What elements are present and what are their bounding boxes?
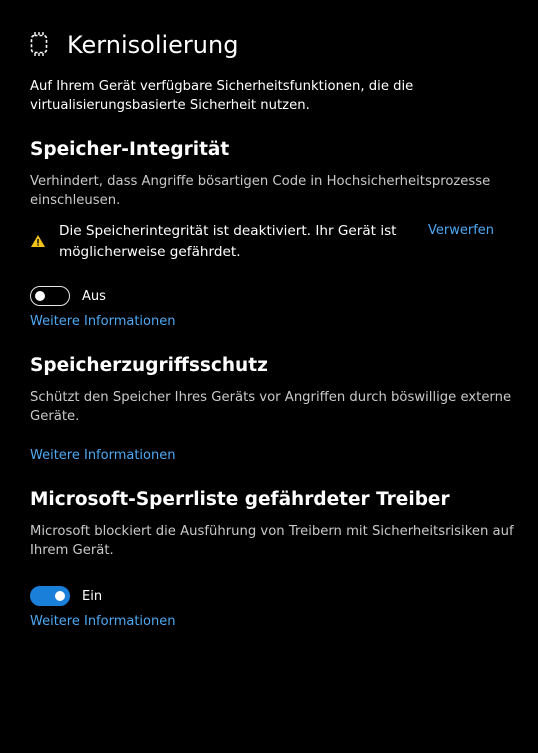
- memory-integrity-heading: Speicher-Integrität: [30, 139, 230, 160]
- warning-icon: [30, 233, 46, 249]
- memory-access-protection-description: Schützt den Speicher Ihres Geräts vor An…: [30, 390, 512, 424]
- memory-integrity-toggle-label: Aus: [82, 289, 106, 304]
- memory-integrity-description: Verhindert, dass Angriffe bösartigen Cod…: [30, 174, 491, 208]
- page-title: Kernisolierung: [67, 31, 239, 59]
- driver-blocklist-toggle[interactable]: [30, 586, 70, 606]
- toggle-knob: [35, 290, 45, 301]
- memory-access-protection-more-info-link[interactable]: Weitere Informationen: [30, 447, 175, 465]
- driver-blocklist-more-info-link[interactable]: Weitere Informationen: [30, 613, 175, 631]
- page-description: Auf Ihrem Gerät verfügbare Sicherheitsfu…: [30, 79, 414, 113]
- dismiss-warning-link[interactable]: Verwerfen: [428, 222, 494, 240]
- driver-blocklist-description: Microsoft blockiert die Ausführung von T…: [30, 524, 514, 558]
- memory-integrity-toggle[interactable]: [30, 286, 70, 306]
- memory-integrity-more-info-link[interactable]: Weitere Informationen: [30, 313, 175, 331]
- driver-blocklist-heading: Microsoft-Sperrliste gefährdeter Treiber: [30, 489, 450, 510]
- memory-access-protection-heading: Speicherzugriffsschutz: [30, 355, 268, 376]
- driver-blocklist-toggle-label: Ein: [82, 589, 103, 604]
- core-isolation-chip-icon: [29, 31, 49, 57]
- memory-integrity-warning-text: Die Speicherintegrität ist deaktiviert. …: [59, 223, 397, 260]
- toggle-knob: [55, 590, 65, 601]
